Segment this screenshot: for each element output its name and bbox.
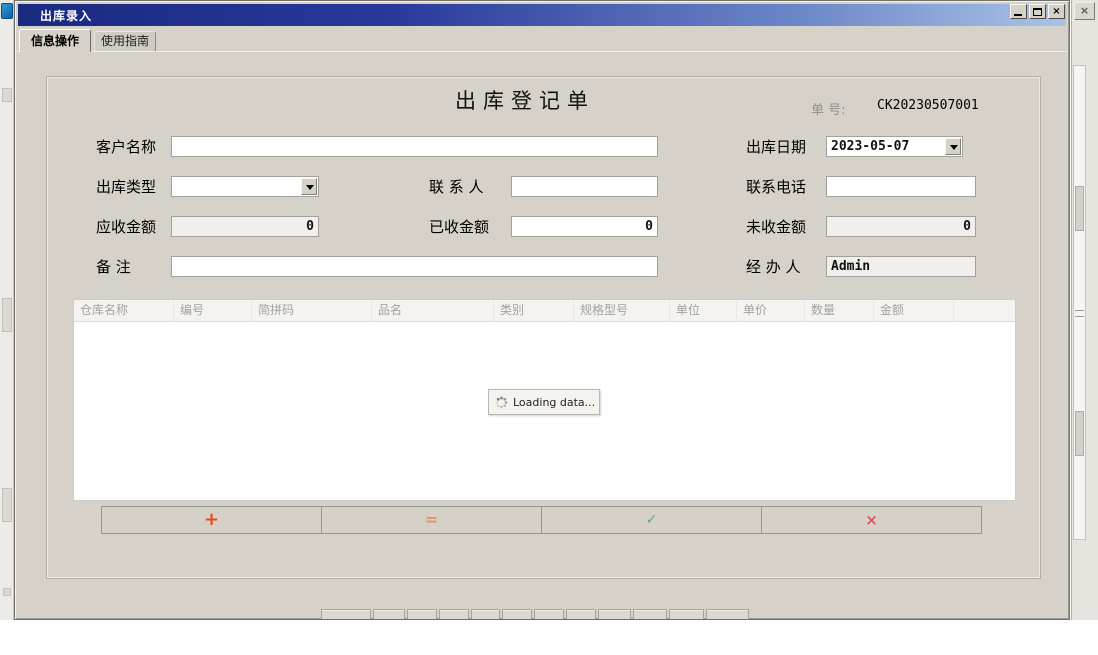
- clipped-button-fragment[interactable]: [566, 609, 596, 620]
- loading-spinner-icon: [495, 396, 508, 409]
- outbound-type-dropdown-button[interactable]: [301, 178, 317, 195]
- outbound-date-label: 出库日期: [746, 137, 806, 157]
- outbound-type-label: 出库类型: [96, 177, 156, 197]
- tab-info-operation[interactable]: 信息操作: [19, 29, 91, 52]
- clipped-button-fragment[interactable]: [534, 609, 564, 620]
- screen: × 出库录入 × 信息操作 使用指南 出库登记单 单 号: CK20230507…: [0, 0, 1098, 655]
- close-icon: ×: [1052, 6, 1060, 17]
- unreceived-amount-label: 未收金额: [746, 217, 806, 237]
- outbound-entry-window: 出库录入 × 信息操作 使用指南 出库登记单 单 号: CK2023050700…: [14, 0, 1070, 620]
- minimize-button[interactable]: [1010, 4, 1027, 19]
- clipped-button-fragment[interactable]: [706, 609, 749, 620]
- background-fragment: [3, 588, 11, 596]
- chevron-down-icon: [306, 185, 314, 190]
- add-row-button[interactable]: +: [101, 506, 322, 534]
- customer-name-label: 客户名称: [96, 137, 156, 157]
- clipped-button-fragment[interactable]: [598, 609, 631, 620]
- outbound-date-value: 2023-05-07: [831, 137, 909, 156]
- loading-indicator: Loading data...: [488, 389, 600, 415]
- form-title: 出库登记单: [335, 85, 715, 115]
- col-spec-model[interactable]: 规格型号: [574, 300, 670, 322]
- contact-person-input[interactable]: [511, 176, 658, 197]
- clipped-button-fragment[interactable]: [321, 609, 371, 620]
- col-warehouse-name[interactable]: 仓库名称: [74, 300, 174, 322]
- clipped-button-fragment[interactable]: [373, 609, 405, 620]
- col-category[interactable]: 类别: [494, 300, 574, 322]
- minimize-icon: [1014, 14, 1022, 16]
- loading-text: Loading data...: [513, 396, 595, 409]
- customer-name-input[interactable]: [171, 136, 658, 157]
- maximize-icon: [1033, 8, 1042, 16]
- scrollbar-thumb[interactable]: [1075, 186, 1084, 231]
- remove-row-button[interactable]: =: [321, 506, 542, 534]
- background-fragment: [2, 88, 12, 102]
- remark-input[interactable]: [171, 256, 658, 277]
- scrollbar-thumb[interactable]: [1075, 411, 1084, 456]
- col-product-name[interactable]: 品名: [372, 300, 494, 322]
- outer-close-button[interactable]: ×: [1074, 2, 1095, 20]
- clipped-button-fragment[interactable]: [669, 609, 704, 620]
- receivable-amount-label: 应收金额: [96, 217, 156, 237]
- handler-label: 经 办 人: [746, 257, 801, 277]
- background-window-left-sliver: [0, 0, 14, 620]
- col-filler: [954, 300, 1015, 322]
- clipped-button-fragment[interactable]: [471, 609, 500, 620]
- clipped-button-fragment[interactable]: [407, 609, 437, 620]
- confirm-button[interactable]: ✓: [541, 506, 762, 534]
- outbound-date-dropdown-button[interactable]: [945, 138, 961, 155]
- background-scroll-grip-icon: [1075, 310, 1084, 317]
- contact-phone-label: 联系电话: [746, 177, 806, 197]
- background-app-icon: [1, 3, 13, 19]
- maximize-button[interactable]: [1029, 4, 1046, 19]
- clipped-button-fragment[interactable]: [502, 609, 532, 620]
- background-vertical-scrollbar[interactable]: [1073, 65, 1086, 540]
- outbound-date-combobox[interactable]: 2023-05-07: [826, 136, 963, 157]
- items-table-header: 仓库名称 编号 简拼码 品名 类别 规格型号 单位 单价 数量 金额: [74, 300, 1015, 322]
- order-no-value: CK20230507001: [877, 98, 979, 113]
- handler-field[interactable]: [826, 256, 976, 277]
- received-amount-label: 已收金额: [429, 217, 489, 237]
- unreceived-amount-field[interactable]: [826, 216, 976, 237]
- col-pinyin-code[interactable]: 简拼码: [252, 300, 372, 322]
- clipped-button-fragment[interactable]: [633, 609, 667, 620]
- tab-user-guide[interactable]: 使用指南: [94, 31, 156, 51]
- col-unit[interactable]: 单位: [670, 300, 737, 322]
- receivable-amount-field[interactable]: [171, 216, 319, 237]
- chevron-down-icon: [950, 145, 958, 150]
- contact-person-label: 联 系 人: [429, 177, 484, 197]
- titlebar[interactable]: 出库录入: [18, 4, 1066, 26]
- col-quantity[interactable]: 数量: [805, 300, 874, 322]
- outbound-type-combobox[interactable]: [171, 176, 319, 197]
- col-number[interactable]: 编号: [174, 300, 252, 322]
- window-title: 出库录入: [18, 7, 92, 24]
- col-amount[interactable]: 金额: [874, 300, 954, 322]
- clipped-button-fragment[interactable]: [439, 609, 469, 620]
- col-unit-price[interactable]: 单价: [737, 300, 805, 322]
- cancel-button[interactable]: ×: [761, 506, 982, 534]
- remark-label: 备 注: [96, 257, 131, 277]
- order-no-label: 单 号:: [811, 99, 846, 118]
- contact-phone-input[interactable]: [826, 176, 976, 197]
- close-button[interactable]: ×: [1048, 4, 1065, 19]
- background-fragment: [2, 488, 12, 522]
- tab-content-divider: [17, 51, 1068, 52]
- background-fragment: [2, 298, 12, 332]
- received-amount-input[interactable]: [511, 216, 658, 237]
